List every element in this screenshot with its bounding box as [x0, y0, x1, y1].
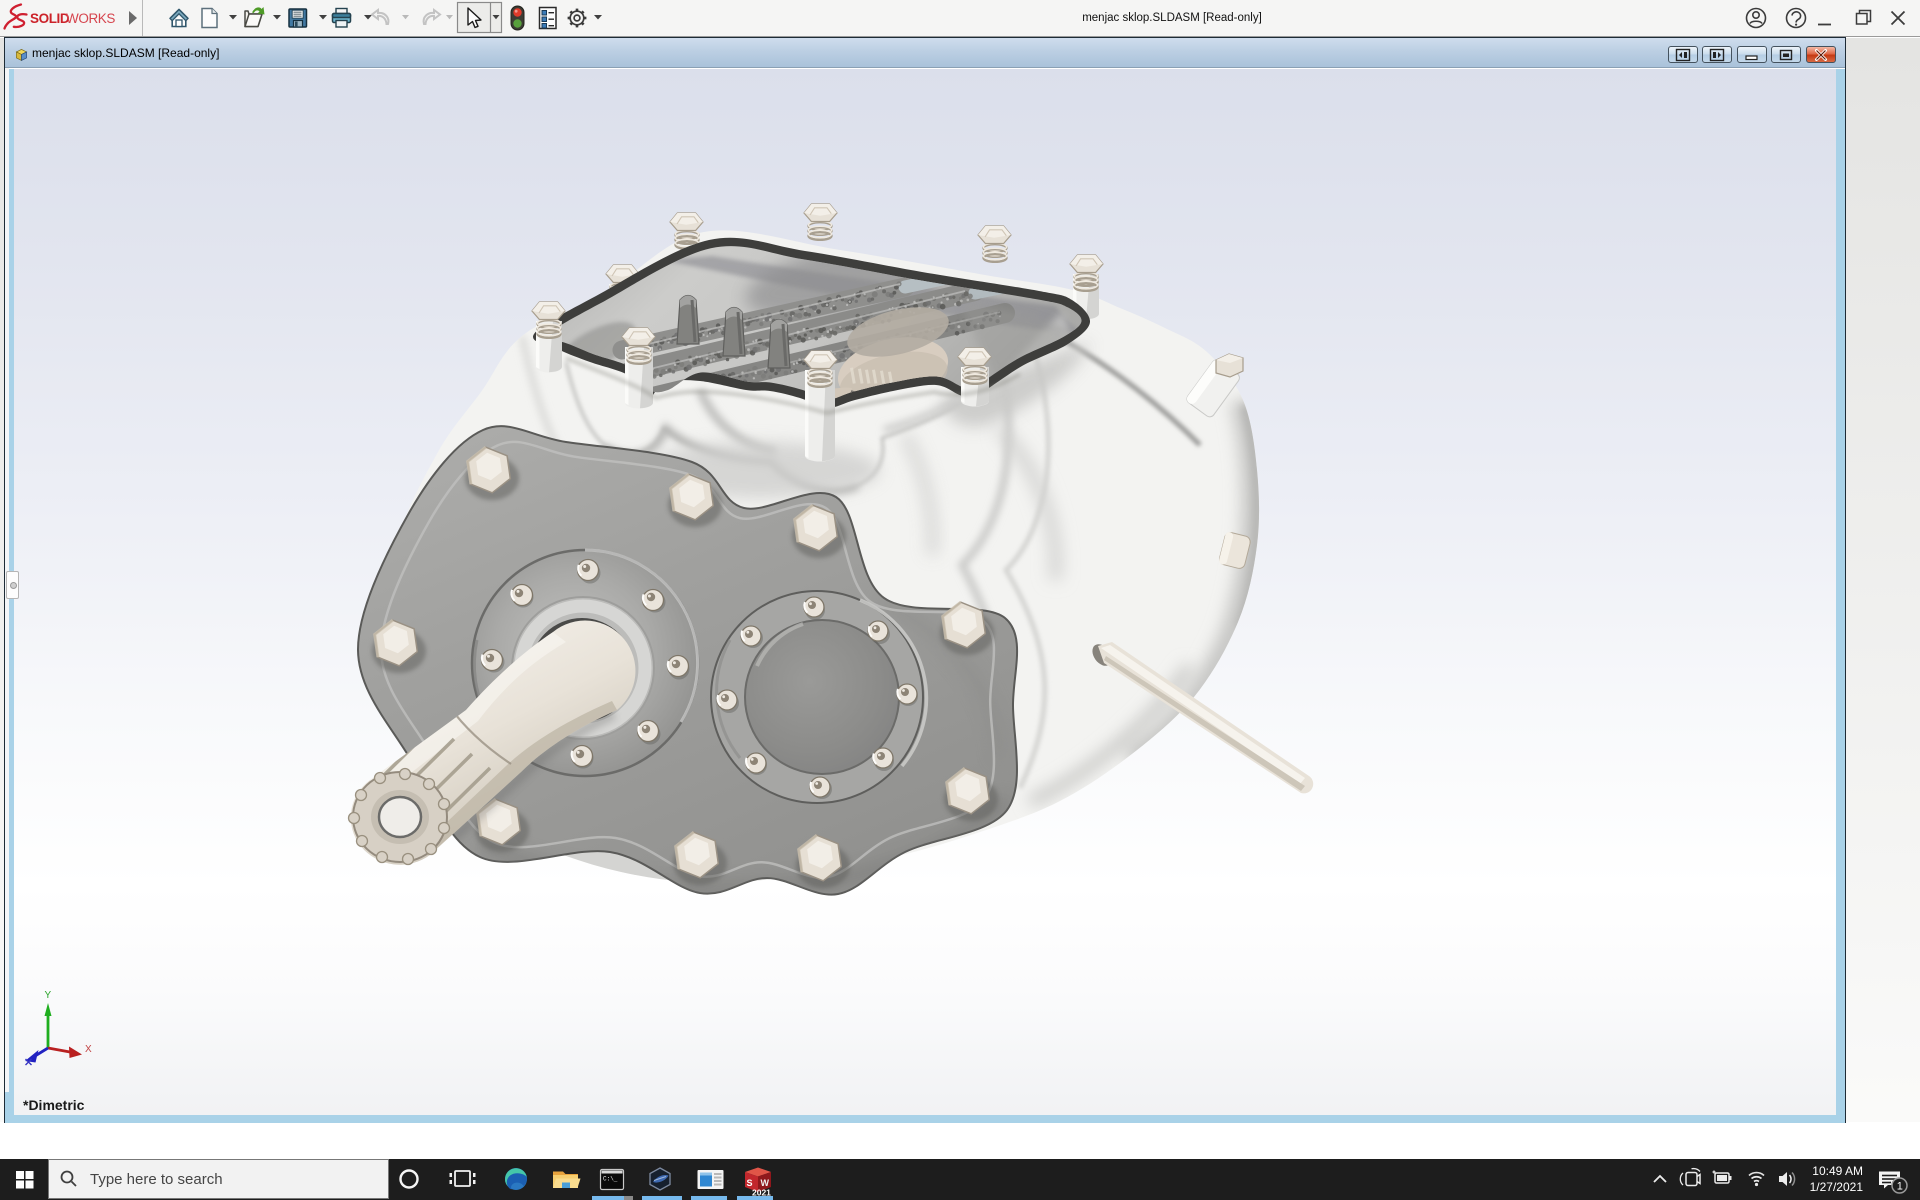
- svg-text:1: 1: [1897, 1181, 1903, 1193]
- svg-text:C:\_: C:\_: [603, 1176, 618, 1183]
- svg-text:WORKS: WORKS: [66, 11, 115, 26]
- svg-text:SOLID: SOLID: [30, 11, 70, 26]
- svg-text:S: S: [747, 1178, 753, 1188]
- svg-text:W: W: [761, 1178, 770, 1188]
